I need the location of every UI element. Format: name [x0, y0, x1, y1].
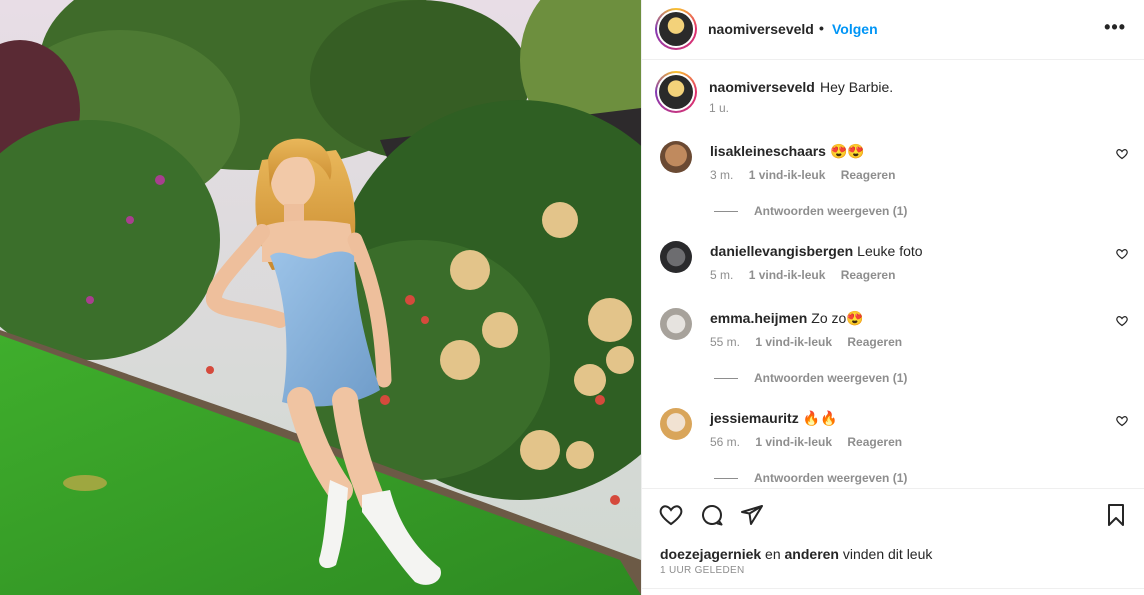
comment-text: 😍😍: [829, 143, 865, 159]
photo-illustration: [0, 0, 641, 595]
comment-meta: 55 m. 1 vind-ik-leuk Reageren: [710, 335, 914, 349]
separator-dot: •: [819, 20, 824, 36]
view-replies-button[interactable]: Antwoorden weergeven (1): [714, 371, 907, 385]
comment-username[interactable]: lisakleineschaars 😍😍: [710, 143, 865, 160]
commenter-avatar[interactable]: [660, 141, 692, 173]
comment-heart-icon[interactable]: [1116, 314, 1128, 332]
comment-time[interactable]: 55 m.: [710, 335, 740, 349]
comment-meta: 5 m. 1 vind-ik-leuk Reageren: [710, 268, 907, 282]
caption-avatar[interactable]: [655, 71, 697, 113]
comment-text: Zo zo😍: [811, 310, 864, 326]
caption-username[interactable]: naomiverseveld: [709, 79, 815, 95]
author-avatar[interactable]: [655, 8, 697, 50]
comment-heart-icon[interactable]: [1116, 414, 1128, 432]
commenter-avatar[interactable]: [660, 241, 692, 273]
post-timestamp[interactable]: 1 UUR GELEDEN: [660, 565, 744, 576]
action-bar: doezejagerniek en anderen vinden dit leu…: [642, 488, 1144, 595]
post-header: naomiverseveld • Volgen •••: [642, 0, 1144, 60]
view-replies-label[interactable]: Antwoorden weergeven (1): [754, 371, 907, 385]
view-replies-button[interactable]: Antwoorden weergeven (1): [714, 204, 907, 218]
comment-likes[interactable]: 1 vind-ik-leuk: [755, 435, 832, 449]
comment-meta: 3 m. 1 vind-ik-leuk Reageren: [710, 168, 907, 182]
reply-button[interactable]: Reageren: [841, 268, 896, 282]
follow-button[interactable]: Volgen: [832, 21, 878, 37]
view-replies-label[interactable]: Antwoorden weergeven (1): [754, 204, 907, 218]
replies-divider: [714, 377, 738, 379]
replies-divider: [714, 210, 738, 212]
author-username[interactable]: naomiverseveld: [708, 21, 814, 37]
post-panel: naomiverseveld • Volgen ••• naomiverseve…: [641, 0, 1144, 595]
reply-button[interactable]: Reageren: [847, 435, 902, 449]
bookmark-icon[interactable]: [1104, 503, 1128, 532]
comment-time[interactable]: 5 m.: [710, 268, 733, 282]
comment-time[interactable]: 56 m.: [710, 435, 740, 449]
reply-button[interactable]: Reageren: [841, 168, 896, 182]
comment-likes[interactable]: 1 vind-ik-leuk: [755, 335, 832, 349]
comment-username[interactable]: daniellevangisbergen Leuke foto: [710, 243, 923, 259]
comment-username[interactable]: jessiemauritz 🔥🔥: [710, 410, 838, 427]
comment-heart-icon[interactable]: [1116, 247, 1128, 265]
likes-summary: doezejagerniek en anderen vinden dit leu…: [660, 546, 932, 562]
bottom-divider: [642, 588, 1144, 589]
paper-plane-icon[interactable]: [740, 503, 764, 532]
more-options-icon[interactable]: •••: [1104, 17, 1126, 38]
commenter-avatar[interactable]: [660, 308, 692, 340]
view-replies-label[interactable]: Antwoorden weergeven (1): [754, 471, 907, 485]
reply-button[interactable]: Reageren: [847, 335, 902, 349]
comment-username[interactable]: emma.heijmen Zo zo😍: [710, 310, 864, 327]
liker-username[interactable]: doezejagerniek: [660, 546, 761, 562]
comment-meta: 56 m. 1 vind-ik-leuk Reageren: [710, 435, 914, 449]
commenter-avatar[interactable]: [660, 408, 692, 440]
view-replies-button[interactable]: Antwoorden weergeven (1): [714, 471, 907, 485]
likes-en: en: [765, 546, 781, 562]
comment-text: 🔥🔥: [802, 410, 838, 426]
comment-likes[interactable]: 1 vind-ik-leuk: [749, 168, 826, 182]
comment-bubble-icon[interactable]: [700, 503, 724, 532]
likes-others-link[interactable]: anderen: [785, 546, 839, 562]
replies-divider: [714, 477, 738, 479]
caption-text: Hey Barbie.: [820, 79, 894, 95]
comment-heart-icon[interactable]: [1116, 147, 1128, 165]
comment-time[interactable]: 3 m.: [710, 168, 733, 182]
post-photo[interactable]: [0, 0, 641, 595]
comment-likes[interactable]: 1 vind-ik-leuk: [749, 268, 826, 282]
caption-time[interactable]: 1 u.: [709, 101, 729, 115]
likes-suffix: vinden dit leuk: [842, 546, 933, 562]
comment-text: Leuke foto: [857, 243, 923, 259]
heart-icon[interactable]: [659, 503, 683, 532]
